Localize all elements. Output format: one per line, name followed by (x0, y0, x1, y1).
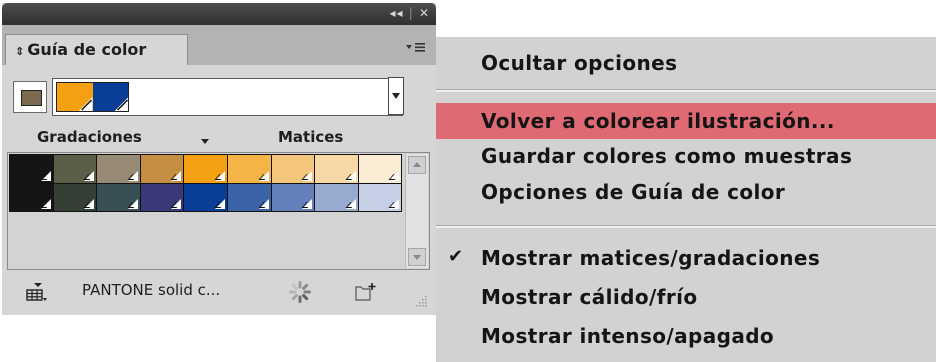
chevron-down-icon (392, 93, 400, 99)
variation-swatch[interactable] (227, 154, 272, 184)
variation-swatch[interactable] (270, 182, 316, 212)
variation-swatch[interactable] (183, 182, 228, 212)
panel-menu-icon[interactable] (400, 37, 430, 57)
menu-item-label: Ocultar opciones (481, 51, 678, 75)
variation-swatch[interactable] (139, 182, 185, 212)
menu-item-label: Mostrar cálido/frío (481, 285, 698, 309)
variations-grid (7, 152, 430, 270)
menu-item-opciones-guia[interactable]: Opciones de Guía de color (436, 174, 936, 210)
harmony-swatch (57, 83, 93, 111)
menu-separator (436, 89, 936, 92)
variation-swatch[interactable] (96, 182, 141, 212)
collapse-panel-icon[interactable]: ◂◂ (390, 6, 404, 20)
scroll-up-button[interactable] (408, 156, 426, 174)
variation-swatch[interactable] (357, 182, 403, 212)
panel-bottom-bar: PANTONE solid c... (2, 273, 436, 315)
variations-cells (9, 154, 403, 212)
menu-item-ocultar-opciones[interactable]: Ocultar opciones (436, 45, 936, 81)
swatch-library-label[interactable]: PANTONE solid c... (82, 281, 220, 299)
chevron-down-icon[interactable] (201, 139, 209, 144)
menu-item-mostrar-matices[interactable]: ✔ Mostrar matices/gradaciones (436, 240, 936, 276)
variation-swatch[interactable] (96, 154, 141, 184)
variation-swatch[interactable] (314, 154, 359, 184)
column-labels: Gradaciones Matices (2, 128, 436, 150)
menu-item-label: Mostrar matices/gradaciones (481, 246, 821, 270)
variation-swatch[interactable] (52, 182, 98, 212)
color-guide-panel: ◂◂ | ✕ ⇕ Guía de color Gradaciones Matic… (2, 3, 436, 315)
tab-guia-de-color[interactable]: ⇕ Guía de color (5, 34, 188, 65)
close-icon[interactable]: ✕ (419, 6, 430, 20)
tab-row: ⇕ Guía de color (2, 25, 436, 65)
arrow-down-icon (413, 255, 421, 260)
tints-label: Matices (278, 128, 344, 146)
base-color-fill (21, 90, 42, 106)
variation-swatch[interactable] (9, 154, 54, 184)
checkmark-icon: ✔ (448, 246, 464, 267)
variation-swatch[interactable] (357, 154, 403, 184)
title-controls: ◂◂ | ✕ (390, 6, 431, 20)
variation-swatch[interactable] (183, 154, 228, 184)
menu-item-mostrar-intenso[interactable]: Mostrar intenso/apagado (436, 318, 936, 354)
harmony-swatch (92, 83, 128, 111)
menu-item-label: Volver a colorear ilustración... (481, 109, 835, 133)
harmony-rules-field[interactable] (52, 78, 403, 116)
title-divider: | (408, 6, 414, 20)
tab-title-text: Guía de color (27, 40, 147, 59)
library-grid-icon[interactable] (26, 283, 48, 301)
panel-titlebar[interactable]: ◂◂ | ✕ (2, 3, 436, 25)
harmony-rules-dropdown[interactable] (388, 77, 404, 115)
variation-swatch[interactable] (314, 182, 359, 212)
resize-grip-icon[interactable] (414, 293, 428, 307)
new-color-group-icon[interactable] (355, 282, 377, 302)
menu-separator (436, 225, 936, 228)
menu-item-mostrar-calido[interactable]: Mostrar cálido/frío (436, 279, 936, 315)
tab-label: ⇕ Guía de color (15, 40, 146, 59)
gradations-label: Gradaciones (37, 128, 142, 146)
panel-flyout-menu: Ocultar opciones Volver a colorear ilust… (436, 37, 936, 362)
vertical-scrollbar[interactable] (405, 154, 428, 268)
color-wheel-icon[interactable] (289, 281, 311, 303)
variation-swatch[interactable] (270, 154, 316, 184)
variation-swatch[interactable] (52, 154, 98, 184)
menu-item-guardar-colores[interactable]: Guardar colores como muestras (436, 138, 936, 174)
menu-item-label: Opciones de Guía de color (481, 180, 786, 204)
menu-item-volver-a-colorear[interactable]: Volver a colorear ilustración... (436, 103, 936, 139)
variation-swatch[interactable] (227, 182, 272, 212)
base-color-swatch[interactable] (13, 81, 47, 113)
menu-item-label: Guardar colores como muestras (481, 144, 853, 168)
variation-swatch[interactable] (9, 182, 54, 212)
variation-swatch[interactable] (139, 154, 185, 184)
menu-item-label: Mostrar intenso/apagado (481, 324, 775, 348)
harmony-swatches (56, 82, 129, 112)
arrow-up-icon (413, 162, 421, 167)
collapse-arrows-icon: ⇕ (15, 45, 25, 58)
scroll-down-button[interactable] (408, 248, 426, 266)
